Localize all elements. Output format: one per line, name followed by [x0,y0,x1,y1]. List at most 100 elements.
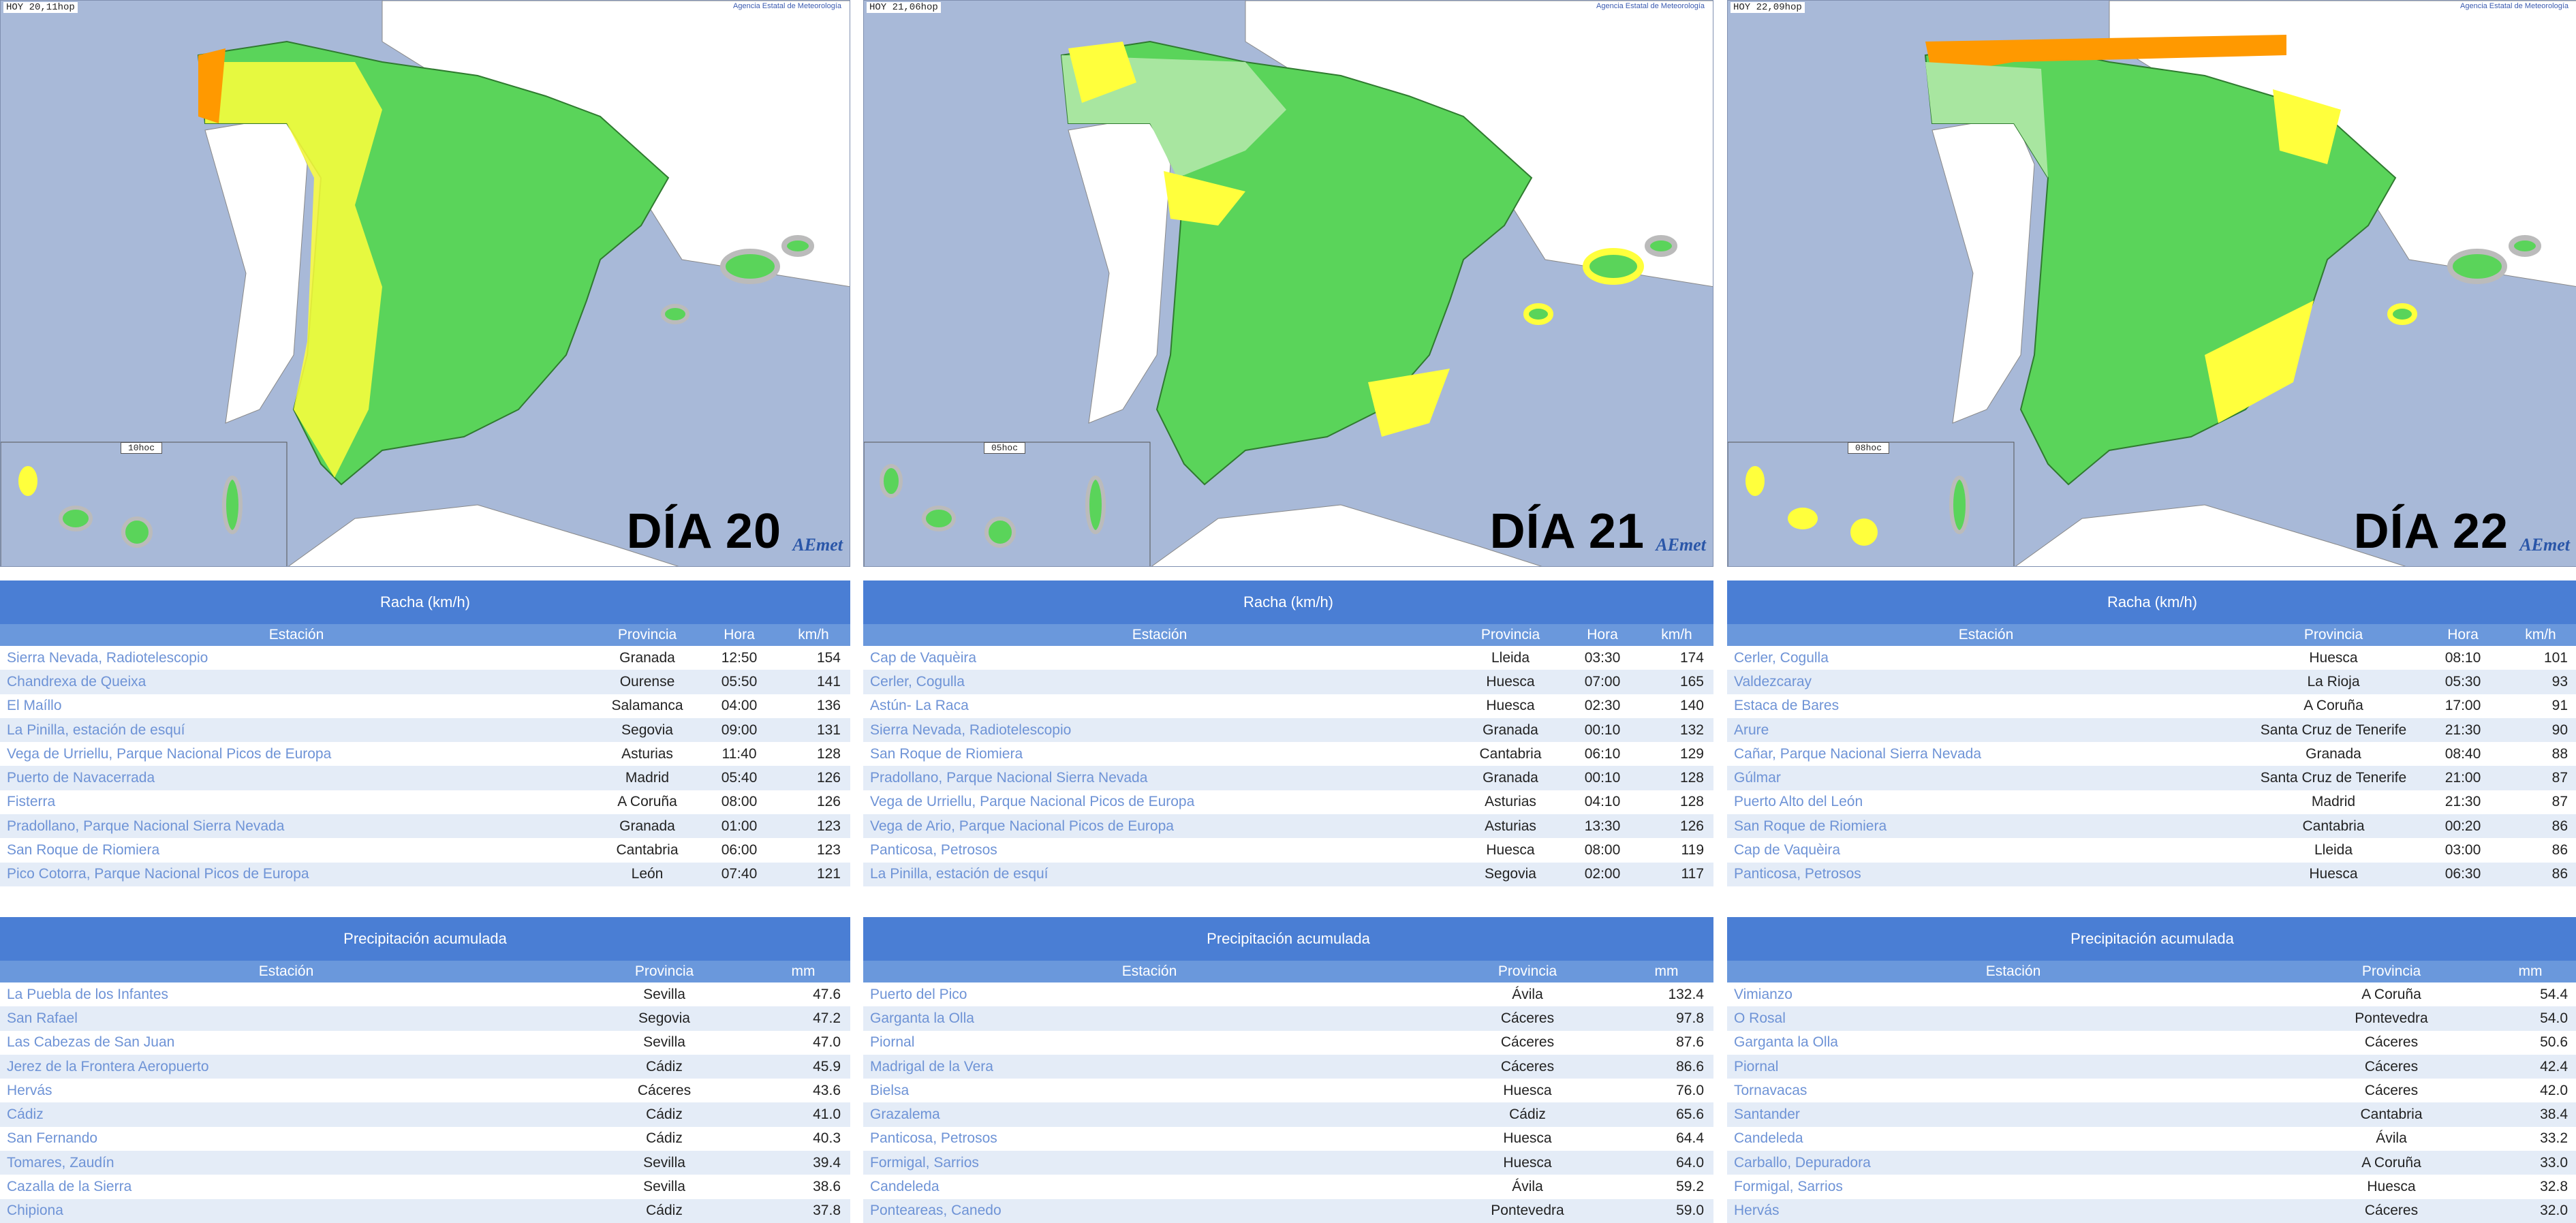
table-row: Candeleda Ávila 33.2 [1727,1126,2576,1151]
station-link[interactable]: Arure [1727,717,2245,743]
station-link[interactable]: Cerler, Cogulla [1727,646,2245,670]
station-link[interactable]: Santander [1727,1102,2299,1127]
station-link[interactable]: Las Cabezas de San Juan [0,1030,572,1055]
table-row: Grazalema Cádiz 65.6 [863,1102,1713,1127]
precip-value-cell: 47.2 [756,1006,850,1031]
station-link[interactable]: Sierra Nevada, Radiotelescopio [863,717,1456,743]
station-link[interactable]: Tomares, Zaudín [0,1151,572,1175]
station-link[interactable]: Cádiz [0,1102,572,1127]
station-link[interactable]: San Fernando [0,1126,572,1151]
rain-rows: Puerto del Pico Ávila 132.4 Garganta la Oll… [863,982,1713,1223]
table-row: San Fernando Cádiz 40.3 [0,1126,850,1151]
station-link[interactable]: Pico Cotorra, Parque Nacional Picos de E… [0,862,593,886]
station-link[interactable]: Puerto de Navacerrada [0,766,593,790]
station-link[interactable]: Formigal, Sarrios [1727,1175,2299,1199]
table-row: Valdezcaray La Rioja 05:30 93 [1727,670,2576,694]
warning-map: HOY 20,11hop Agencia Estatal de Meteorol… [0,0,850,567]
station-link[interactable]: San Rafael [0,1006,572,1031]
station-link[interactable]: Vimianzo [1727,982,2299,1007]
station-link[interactable]: Candeleda [1727,1126,2299,1151]
col-station: Estación [0,624,593,646]
gust-value-cell: 86 [2504,838,2576,863]
precip-value-cell: 87.6 [1619,1030,1713,1055]
station-link[interactable]: Hervás [1727,1198,2299,1223]
station-link[interactable]: Puerto Alto del León [1727,790,2245,815]
table-row: Cap de Vaquèira Lleida 03:00 86 [1727,838,2576,863]
station-link[interactable]: Vega de Urriellu, Parque Nacional Picos … [863,790,1456,815]
province-cell: Cádiz [572,1198,756,1223]
station-link[interactable]: Garganta la Olla [1727,1030,2299,1055]
station-link[interactable]: Panticosa, Petrosos [863,1126,1436,1151]
station-link[interactable]: El Maíllo [0,694,593,718]
station-link[interactable]: Cap de Vaquèira [863,646,1456,670]
station-link[interactable]: O Rosal [1727,1006,2299,1031]
station-link[interactable]: Vega de Urriellu, Parque Nacional Picos … [0,742,593,767]
station-link[interactable]: Panticosa, Petrosos [1727,862,2245,886]
table-row: La Puebla de los Infantes Sevilla 47.6 [0,982,850,1007]
station-link[interactable]: Garganta la Olla [863,1006,1436,1031]
station-link[interactable]: Cañar, Parque Nacional Sierra Nevada [1727,742,2245,767]
province-cell: Cáceres [2299,1030,2483,1055]
station-link[interactable]: Ponteareas, Canedo [863,1198,1436,1223]
province-cell: Ávila [2299,1126,2483,1151]
station-link[interactable]: San Roque de Riomiera [0,838,593,863]
station-link[interactable]: Cap de Vaquèira [1727,838,2245,863]
gust-value-cell: 86 [2504,814,2576,839]
aemet-logo: AEmet [792,535,843,555]
province-cell: Asturias [593,742,702,767]
station-link[interactable]: San Roque de Riomiera [1727,814,2245,839]
table-row: San Roque de Riomiera Cantabria 06:00 123 [0,838,850,863]
gust-value-cell: 165 [1640,670,1713,694]
station-link[interactable]: Piornal [863,1030,1436,1055]
station-link[interactable]: Cerler, Cogulla [863,670,1456,694]
table-row: Sierra Nevada, Radiotelescopio Granada 00:… [863,717,1713,743]
station-link[interactable]: Bielsa [863,1079,1436,1103]
station-link[interactable]: Madrigal de la Vera [863,1054,1436,1079]
station-link[interactable]: Formigal, Sarrios [863,1151,1436,1175]
table-row: Hervás Cáceres 32.0 [1727,1198,2576,1223]
station-link[interactable]: Panticosa, Petrosos [863,838,1456,863]
gust-value-cell: 126 [777,790,850,815]
gust-value-cell: 87 [2504,790,2576,815]
station-link[interactable]: San Roque de Riomiera [863,742,1456,767]
station-link[interactable]: Carballo, Depuradora [1727,1151,2299,1175]
station-link[interactable]: Piornal [1727,1054,2299,1079]
province-cell: Granada [2245,742,2422,767]
station-link[interactable]: La Pinilla, estación de esquí [0,717,593,743]
station-link[interactable]: Estaca de Bares [1727,694,2245,718]
day-column: HOY 21,06hop Agencia Estatal de Meteorol… [863,0,1713,1223]
station-link[interactable]: La Pinilla, estación de esquí [863,862,1456,886]
station-link[interactable]: Tornavacas [1727,1079,2299,1103]
station-link[interactable]: Chandrexa de Queixa [0,670,593,694]
station-link[interactable]: Grazalema [863,1102,1436,1127]
table-row: Cerler, Cogulla Huesca 07:00 165 [863,670,1713,694]
station-link[interactable]: Vega de Ario, Parque Nacional Picos de E… [863,814,1456,839]
station-link[interactable]: Hervás [0,1079,572,1103]
station-link[interactable]: Sierra Nevada, Radiotelescopio [0,646,593,670]
station-link[interactable]: Pradollano, Parque Nacional Sierra Nevad… [0,814,593,839]
province-cell: Ávila [1436,982,1619,1007]
station-link[interactable]: Candeleda [863,1175,1436,1199]
table-row: Bielsa Huesca 76.0 [863,1079,1713,1103]
station-link[interactable]: Jerez de la Frontera Aeropuerto [0,1054,572,1079]
table-row: La Pinilla, estación de esquí Segovia 02:0… [863,862,1713,886]
station-link[interactable]: Gúlmar [1727,766,2245,790]
station-link[interactable]: La Puebla de los Infantes [0,982,572,1007]
station-link[interactable]: Valdezcaray [1727,670,2245,694]
wind-gust-table: Racha (km/h) Estación Provincia Hora km/… [863,580,1713,886]
station-link[interactable]: Puerto del Pico [863,982,1436,1007]
gust-value-cell: 93 [2504,670,2576,694]
station-link[interactable]: Astún- La Raca [863,694,1456,718]
table-row: Panticosa, Petrosos Huesca 06:30 86 [1727,862,2576,886]
table-row: Cañar, Parque Nacional Sierra Nevada Gran… [1727,742,2576,767]
station-link[interactable]: Cazalla de la Sierra [0,1175,572,1199]
wind-title: Racha (km/h) [1727,580,2576,624]
province-cell: Cáceres [2299,1054,2483,1079]
province-cell: Ourense [593,670,702,694]
precip-value-cell: 41.0 [756,1102,850,1127]
station-link[interactable]: Pradollano, Parque Nacional Sierra Nevad… [863,766,1456,790]
station-link[interactable]: Fisterra [0,790,593,815]
province-cell: Pontevedra [2299,1006,2483,1031]
gust-value-cell: 131 [777,717,850,743]
station-link[interactable]: Chipiona [0,1198,572,1223]
